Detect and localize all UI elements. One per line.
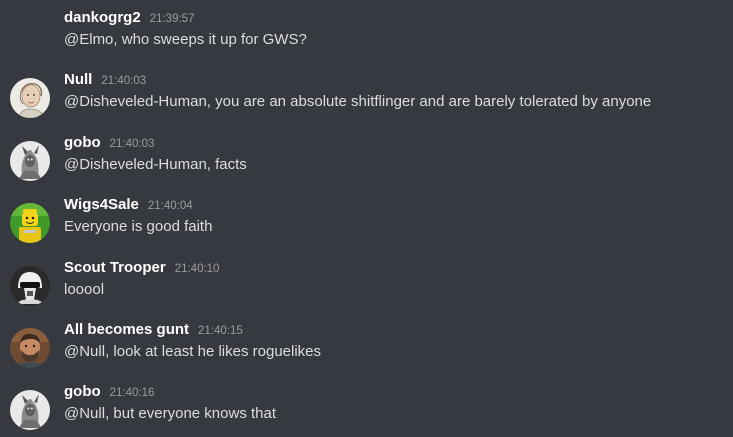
message-author[interactable]: Wigs4Sale [64, 196, 139, 213]
message-author[interactable]: dankogrg2 [64, 9, 141, 26]
creature-avatar[interactable] [10, 141, 50, 181]
message-item: Scout Trooper 21:40:10 looool [0, 258, 733, 318]
message-timestamp: 21:40:15 [198, 325, 243, 337]
message-author[interactable]: All becomes gunt [64, 321, 189, 338]
message-author[interactable]: Scout Trooper [64, 259, 166, 276]
lego-figure-avatar[interactable] [10, 203, 50, 243]
message-text: @Null, look at least he likes roguelikes [64, 343, 322, 360]
message-item: Null 21:40:03 @Disheveled-Human, you are … [0, 70, 733, 130]
message-timestamp: 21:40:04 [147, 200, 193, 212]
bearded-man-avatar[interactable] [10, 328, 50, 368]
message-header: Wigs4Sale 21:40:04 [64, 195, 193, 215]
message-item: dankogrg2 21:39:57 @Elmo, who sweeps it u… [0, 8, 733, 68]
message-text: @Disheveled-Human, you are an absolute s… [64, 93, 652, 110]
message-text: Everyone is good faith [64, 218, 213, 235]
message-text: looool [64, 281, 105, 298]
message-header: Scout Trooper 21:40:10 [64, 258, 219, 278]
message-item: All becomes gunt 21:40:15 @Null, look at … [0, 320, 733, 380]
creature-avatar[interactable] [10, 390, 50, 430]
message-text: @Elmo, who sweeps it up for GWS? [64, 31, 307, 48]
message-header: Null 21:40:03 [64, 70, 146, 90]
chat-message-list: dankogrg2 21:39:57 @Elmo, who sweeps it u… [0, 0, 733, 437]
sketch-portrait-avatar[interactable] [10, 78, 50, 118]
message-timestamp: 21:40:16 [109, 387, 155, 399]
message-timestamp: 21:39:57 [149, 13, 195, 25]
message-author[interactable]: Null [64, 71, 92, 88]
message-author[interactable]: gobo [64, 134, 101, 151]
message-header: All becomes gunt 21:40:15 [64, 320, 243, 340]
message-header: dankogrg2 21:39:57 [64, 8, 194, 28]
scout-trooper-helmet-avatar[interactable] [10, 266, 50, 306]
message-header: gobo 21:40:03 [64, 133, 154, 153]
message-timestamp: 21:40:10 [174, 263, 220, 275]
message-item: Wigs4Sale 21:40:04 Everyone is good faith [0, 195, 733, 255]
message-text: @Disheveled-Human, facts [64, 156, 247, 173]
message-text: @Null, but everyone knows that [64, 405, 276, 422]
message-timestamp: 21:40:03 [109, 138, 155, 150]
message-author[interactable]: gobo [64, 383, 101, 400]
message-item: gobo 21:40:03 @Disheveled-Human, facts [0, 133, 733, 193]
message-header: gobo 21:40:16 [64, 382, 154, 402]
message-item: gobo 21:40:16 @Null, but everyone knows t… [0, 382, 733, 437]
message-timestamp: 21:40:03 [101, 75, 147, 87]
